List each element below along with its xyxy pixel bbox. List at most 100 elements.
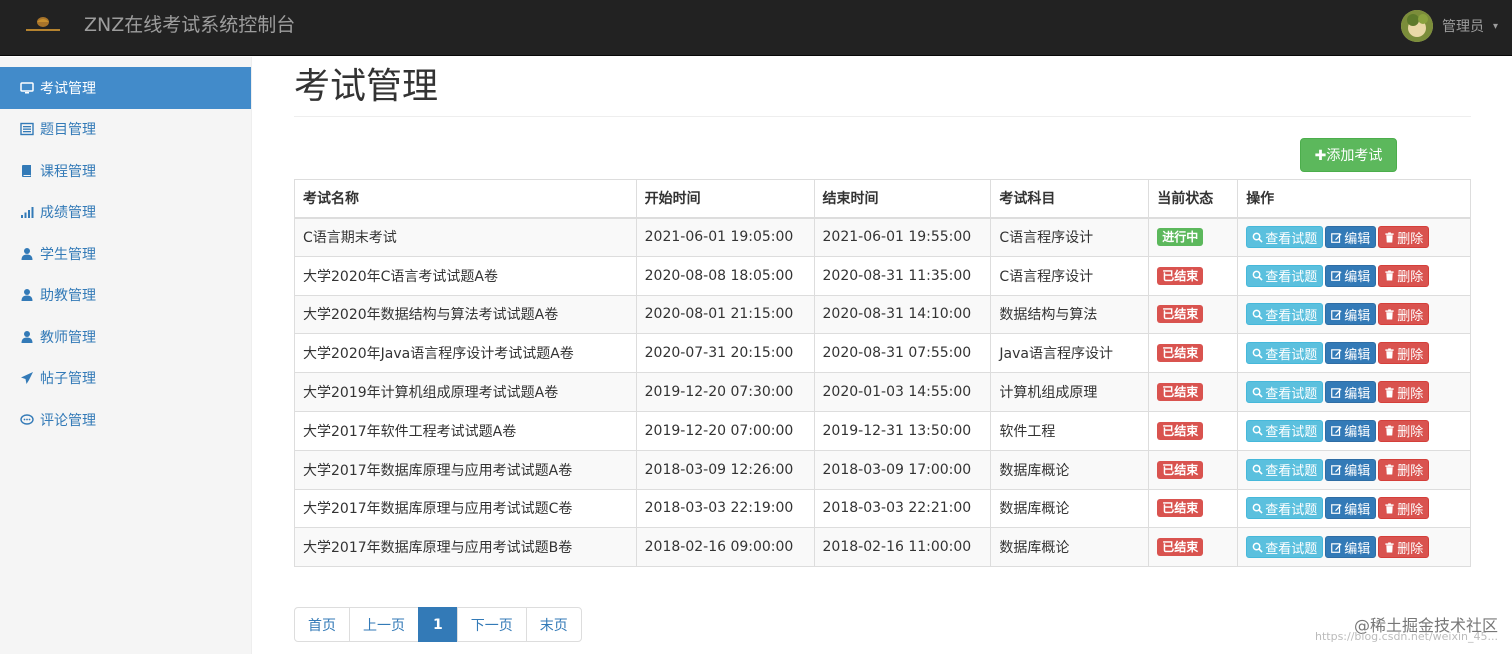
edit-button[interactable]: 编辑 <box>1325 226 1377 249</box>
user-icon <box>20 288 34 302</box>
brand-logo-icon[interactable] <box>24 14 62 34</box>
sidebar-item-teacher[interactable]: 教师管理 <box>0 316 251 358</box>
edit-button[interactable]: 编辑 <box>1325 264 1377 287</box>
delete-label: 删除 <box>1397 386 1424 402</box>
exam-name: 大学2017年数据库原理与应用考试试题B卷 <box>294 527 637 568</box>
trash-icon <box>1384 425 1397 436</box>
table-row: 大学2017年数据库原理与应用考试试题B卷 2018-02-16 09:00:00… <box>294 527 1471 568</box>
table-row: 大学2019年计算机组成原理考试试题A卷 2019-12-20 07:30:00 2… <box>294 372 1471 412</box>
trash-icon <box>1384 542 1397 553</box>
delete-button[interactable]: 删除 <box>1378 303 1430 326</box>
edit-label: 编辑 <box>1344 541 1371 557</box>
edit-button[interactable]: 编辑 <box>1325 381 1377 404</box>
sidebar-item-post[interactable]: 帖子管理 <box>0 358 251 400</box>
signal-icon <box>20 205 34 219</box>
sidebar-item-label: 成绩管理 <box>40 205 96 222</box>
view-questions-button[interactable]: 查看试题 <box>1246 381 1324 404</box>
actions-cell: 查看试题 编辑 删除 <box>1237 294 1471 335</box>
table-row: 大学2017年软件工程考试试题A卷 2019-12-20 07:00:00 2019… <box>294 410 1471 451</box>
edit-button[interactable]: 编辑 <box>1325 303 1377 326</box>
view-questions-button[interactable]: 查看试题 <box>1246 303 1324 326</box>
view-label: 查看试题 <box>1265 464 1318 480</box>
delete-button[interactable]: 删除 <box>1378 381 1430 404</box>
table-header-row: 考试名称 开始时间 结束时间 考试科目 当前状态 操作 <box>294 179 1471 219</box>
page-first[interactable]: 首页 <box>294 607 350 642</box>
user-icon <box>20 247 34 261</box>
sidebar-item-course[interactable]: 课程管理 <box>0 150 251 192</box>
watermark-url: https://blog.csdn.net/weixin_45... <box>1314 630 1498 643</box>
trash-icon <box>1384 232 1397 243</box>
actions-cell: 查看试题 编辑 删除 <box>1237 255 1471 296</box>
delete-label: 删除 <box>1397 270 1424 286</box>
edit-button[interactable]: 编辑 <box>1325 536 1377 559</box>
edit-button[interactable]: 编辑 <box>1325 342 1377 365</box>
search-icon <box>1252 387 1265 398</box>
view-label: 查看试题 <box>1265 308 1318 324</box>
sidebar-item-question[interactable]: 题目管理 <box>0 109 251 151</box>
view-questions-button[interactable]: 查看试题 <box>1246 497 1324 520</box>
exam-subject: Java语言程序设计 <box>990 333 1150 374</box>
delete-button[interactable]: 删除 <box>1378 458 1430 481</box>
table-row: 大学2017年数据库原理与应用考试试题A卷 2018-03-09 12:26:00… <box>294 449 1471 490</box>
brand-title[interactable]: ZNZ在线考试系统控制台 <box>84 13 295 37</box>
page-last[interactable]: 末页 <box>525 607 582 642</box>
sidebar-item-exam[interactable]: 考试管理 <box>0 67 251 109</box>
view-questions-button[interactable]: 查看试题 <box>1246 536 1324 559</box>
status-badge: 已结束 <box>1157 344 1204 363</box>
status-badge: 已结束 <box>1157 421 1204 440</box>
header-status: 当前状态 <box>1148 179 1239 219</box>
view-questions-button[interactable]: 查看试题 <box>1246 264 1324 287</box>
view-questions-button[interactable]: 查看试题 <box>1246 419 1324 442</box>
delete-label: 删除 <box>1397 231 1424 247</box>
sidebar-item-student[interactable]: 学生管理 <box>0 233 251 275</box>
status-badge: 进行中 <box>1157 228 1204 247</box>
sidebar-item-assistant[interactable]: 助教管理 <box>0 275 251 317</box>
page-prev[interactable]: 上一页 <box>349 607 419 642</box>
start-time: 2018-03-03 22:19:00 <box>635 488 815 529</box>
actions-cell: 查看试题 编辑 删除 <box>1237 217 1471 257</box>
search-icon <box>1252 542 1265 553</box>
actions-cell: 查看试题 编辑 删除 <box>1237 488 1471 529</box>
search-icon <box>1252 309 1265 320</box>
status-badge: 已结束 <box>1157 460 1204 479</box>
delete-label: 删除 <box>1397 541 1424 557</box>
exam-name: 大学2020年C语言考试试题A卷 <box>294 255 637 296</box>
header-exam-name: 考试名称 <box>294 179 637 219</box>
page-current[interactable]: 1 <box>418 607 458 642</box>
sidebar-item-label: 题目管理 <box>40 122 96 139</box>
view-questions-button[interactable]: 查看试题 <box>1246 458 1324 481</box>
end-time: 2018-02-16 11:00:00 <box>813 527 992 568</box>
monitor-icon <box>20 81 34 95</box>
delete-button[interactable]: 删除 <box>1378 419 1430 442</box>
search-icon <box>1252 503 1265 514</box>
edit-button[interactable]: 编辑 <box>1325 497 1377 520</box>
exam-name: 大学2020年数据结构与算法考试试题A卷 <box>294 294 637 335</box>
exam-name: 大学2017年软件工程考试试题A卷 <box>294 410 637 451</box>
edit-label: 编辑 <box>1344 464 1371 480</box>
user-menu[interactable]: 管理员 ▾ <box>1400 10 1498 42</box>
edit-button[interactable]: 编辑 <box>1325 458 1377 481</box>
sidebar-item-comment[interactable]: 评论管理 <box>0 399 251 441</box>
trash-icon <box>1384 387 1397 398</box>
page-next[interactable]: 下一页 <box>456 607 527 642</box>
add-exam-button[interactable]: ✚添加考试 <box>1300 138 1397 172</box>
sidebar: 考试管理 题目管理 课程管理 成绩管理 学生管理 助教管理 教师管理 帖子管理 … <box>0 57 252 654</box>
delete-button[interactable]: 删除 <box>1378 264 1430 287</box>
status-cell: 已结束 <box>1148 372 1239 412</box>
actions-cell: 查看试题 编辑 删除 <box>1237 410 1471 451</box>
delete-button[interactable]: 删除 <box>1378 342 1430 365</box>
exam-subject: 数据库概论 <box>990 488 1150 529</box>
delete-button[interactable]: 删除 <box>1378 226 1430 249</box>
edit-button[interactable]: 编辑 <box>1325 419 1377 442</box>
delete-button[interactable]: 删除 <box>1378 497 1430 520</box>
sidebar-item-label: 帖子管理 <box>40 371 96 388</box>
view-questions-button[interactable]: 查看试题 <box>1246 226 1324 249</box>
status-cell: 已结束 <box>1148 333 1239 374</box>
delete-button[interactable]: 删除 <box>1378 536 1430 559</box>
end-time: 2020-08-31 07:55:00 <box>813 333 992 374</box>
exam-name: C语言期末考试 <box>294 217 637 257</box>
chevron-down-icon: ▾ <box>1492 20 1498 32</box>
sidebar-item-grade[interactable]: 成绩管理 <box>0 192 251 234</box>
view-questions-button[interactable]: 查看试题 <box>1246 342 1324 365</box>
start-time: 2020-08-08 18:05:00 <box>635 255 815 296</box>
